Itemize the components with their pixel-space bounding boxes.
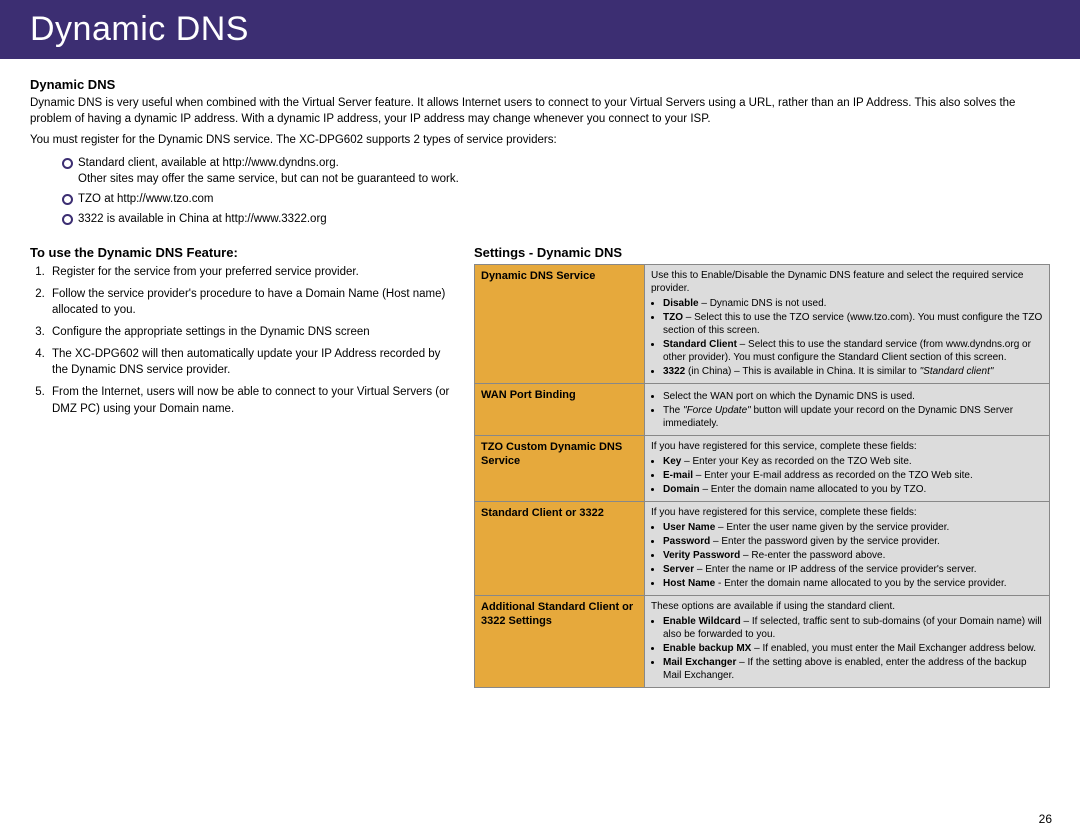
left-column: To use the Dynamic DNS Feature: Register…	[30, 245, 450, 423]
step-4: The XC-DPG602 will then automatically up…	[48, 346, 450, 378]
desc-standard-client: If you have registered for this service,…	[645, 501, 1050, 595]
provider-item-3322: 3322 is available in China at http://www…	[62, 211, 1050, 227]
steps-list: Register for the service from your prefe…	[48, 264, 450, 417]
desc-dns-service: Use this to Enable/Disable the Dynamic D…	[645, 264, 1050, 383]
provider-item-dyndns: Standard client, available at http://www…	[62, 155, 1050, 187]
label-tzo-service: TZO Custom Dynamic DNS Service	[475, 435, 645, 501]
section-heading-settings: Settings - Dynamic DNS	[474, 245, 1050, 260]
label-standard-client: Standard Client or 3322	[475, 501, 645, 595]
row-additional-settings: Additional Standard Client or 3322 Setti…	[475, 595, 1050, 687]
intro-paragraph-1: Dynamic DNS is very useful when combined…	[30, 96, 1050, 127]
step-1: Register for the service from your prefe…	[48, 264, 450, 280]
desc-additional-settings: These options are available if using the…	[645, 595, 1050, 687]
label-wan-port: WAN Port Binding	[475, 383, 645, 435]
desc-tzo-service: If you have registered for this service,…	[645, 435, 1050, 501]
row-dns-service: Dynamic DNS Service Use this to Enable/D…	[475, 264, 1050, 383]
step-2: Follow the service provider's procedure …	[48, 286, 450, 318]
provider-list: Standard client, available at http://www…	[62, 155, 1050, 227]
right-column: Settings - Dynamic DNS Dynamic DNS Servi…	[474, 245, 1050, 688]
label-dns-service: Dynamic DNS Service	[475, 264, 645, 383]
desc-wan-port: Select the WAN port on which the Dynamic…	[645, 383, 1050, 435]
step-5: From the Internet, users will now be abl…	[48, 384, 450, 416]
section-heading-intro: Dynamic DNS	[30, 77, 1050, 92]
label-additional-settings: Additional Standard Client or 3322 Setti…	[475, 595, 645, 687]
content: Dynamic DNS Dynamic DNS is very useful w…	[0, 59, 1080, 698]
page-banner-title: Dynamic DNS	[30, 10, 1060, 49]
settings-table: Dynamic DNS Service Use this to Enable/D…	[474, 264, 1050, 688]
provider-item-tzo: TZO at http://www.tzo.com	[62, 191, 1050, 207]
intro-paragraph-2: You must register for the Dynamic DNS se…	[30, 133, 1050, 149]
section-heading-use: To use the Dynamic DNS Feature:	[30, 245, 450, 260]
row-standard-client: Standard Client or 3322 If you have regi…	[475, 501, 1050, 595]
row-tzo-service: TZO Custom Dynamic DNS Service If you ha…	[475, 435, 1050, 501]
row-wan-port: WAN Port Binding Select the WAN port on …	[475, 383, 1050, 435]
page-number: 26	[1039, 812, 1052, 826]
header-bar: Dynamic DNS	[0, 0, 1080, 59]
step-3: Configure the appropriate settings in th…	[48, 324, 450, 340]
